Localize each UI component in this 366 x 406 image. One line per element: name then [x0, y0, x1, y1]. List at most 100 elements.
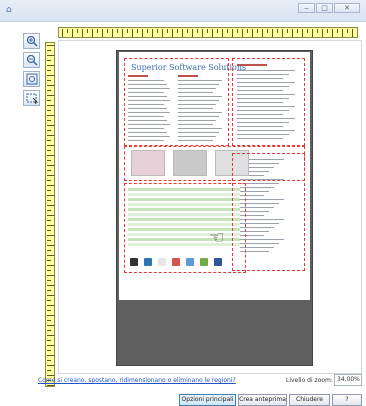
zoom-level-input[interactable]: 34,00%	[334, 374, 362, 386]
ruler-tick	[47, 350, 51, 351]
ruler-tick	[67, 29, 68, 33]
ruler-tick	[287, 29, 288, 33]
ruler-tick	[202, 29, 203, 37]
close-button[interactable]: Chiudere	[289, 394, 330, 406]
ruler-tick	[47, 295, 54, 296]
ruler-tick	[47, 230, 51, 231]
ruler-tick	[217, 29, 218, 33]
ruler-tick	[142, 29, 143, 37]
ruler-tick	[112, 29, 113, 37]
ruler-tick	[212, 29, 213, 37]
ruler-tick	[157, 29, 158, 33]
ruler-tick	[47, 375, 54, 376]
ruler-tick	[47, 65, 54, 66]
ruler-tick	[47, 355, 54, 356]
ruler-tick	[352, 29, 353, 37]
ruler-tick	[47, 370, 51, 371]
ruler-tick	[282, 29, 283, 37]
ruler-tick	[222, 29, 223, 37]
ruler-tick	[182, 29, 183, 37]
scan-region-table[interactable]	[124, 183, 246, 273]
zoom-label: Livello di zoom:	[286, 377, 333, 384]
ruler-tick	[47, 330, 51, 331]
ruler-tick	[47, 190, 51, 191]
fit-page-button[interactable]	[23, 71, 40, 87]
help-button[interactable]: ?	[332, 394, 362, 406]
ruler-tick	[47, 125, 54, 126]
ruler-tick	[47, 310, 51, 311]
ruler-tick	[47, 110, 51, 111]
ruler-tick	[47, 100, 51, 101]
ruler-tick	[47, 60, 51, 61]
ruler-tick	[317, 29, 318, 33]
ruler-tick	[47, 270, 51, 271]
ruler-tick	[47, 340, 51, 341]
ruler-tick	[47, 215, 54, 216]
ruler-tick	[177, 29, 178, 33]
select-region-button[interactable]	[23, 90, 40, 106]
ruler-tick	[47, 195, 54, 196]
ruler-tick	[102, 29, 103, 37]
ruler-tick	[47, 75, 54, 76]
ruler-tick	[47, 255, 54, 256]
ruler-tick	[47, 220, 51, 221]
ruler-tick	[277, 29, 278, 33]
ruler-tick	[172, 29, 173, 37]
create-preview-button[interactable]: Crea anteprima	[238, 394, 287, 406]
ruler-tick	[197, 29, 198, 33]
ruler-tick	[47, 135, 54, 136]
scanner-icon: ⌂	[6, 5, 12, 15]
ruler-tick	[47, 175, 54, 176]
scan-region-top-left[interactable]	[124, 58, 229, 146]
ruler-tick	[292, 29, 293, 37]
hand-cursor-icon: ☜	[209, 228, 225, 248]
ruler-tick	[232, 29, 233, 37]
ruler-tick	[77, 29, 78, 33]
minimize-button[interactable]: ‒	[298, 3, 315, 13]
ruler-tick	[302, 29, 303, 37]
ruler-tick	[47, 145, 54, 146]
ruler-tick	[307, 29, 308, 33]
ruler-tick	[337, 29, 338, 33]
ruler-tick	[47, 160, 51, 161]
ruler-tick	[47, 260, 51, 261]
ruler-tick	[47, 360, 51, 361]
window-controls: ‒ □ ✕	[298, 3, 360, 13]
ruler-tick	[47, 80, 51, 81]
ruler-tick	[47, 320, 51, 321]
ruler-tick	[47, 130, 51, 131]
maximize-button[interactable]: □	[316, 3, 333, 13]
zoom-in-icon	[26, 35, 38, 47]
zoom-out-icon	[26, 54, 38, 66]
ruler-tick	[262, 29, 263, 37]
horizontal-ruler	[58, 27, 358, 38]
ruler-tick	[62, 29, 63, 37]
close-window-button[interactable]: ✕	[334, 3, 360, 13]
zoom-out-button[interactable]	[23, 52, 40, 68]
ruler-tick	[192, 29, 193, 37]
ruler-tick	[187, 29, 188, 33]
ruler-tick	[47, 385, 54, 386]
ruler-tick	[47, 210, 51, 211]
ruler-tick	[87, 29, 88, 33]
fit-page-icon	[26, 73, 37, 85]
ruler-tick	[47, 205, 54, 206]
ruler-tick	[327, 29, 328, 33]
ruler-tick	[47, 345, 54, 346]
zoom-in-button[interactable]	[23, 33, 40, 49]
ruler-tick	[312, 29, 313, 37]
ruler-tick	[47, 115, 54, 116]
ruler-tick	[92, 29, 93, 37]
ruler-tick	[47, 250, 51, 251]
title-bar: ⌂ ‒ □ ✕	[0, 0, 366, 22]
ruler-tick	[47, 265, 54, 266]
ruler-tick	[167, 29, 168, 33]
ruler-tick	[47, 235, 54, 236]
main-options-button[interactable]: Opzioni principali	[179, 394, 236, 406]
scan-region-top-right[interactable]	[232, 58, 305, 146]
regions-help-link[interactable]: Come si creano, spostano, ridimensionano…	[38, 377, 236, 384]
ruler-tick	[342, 29, 343, 37]
ruler-tick	[47, 105, 54, 106]
ruler-tick	[257, 29, 258, 33]
ruler-tick	[82, 29, 83, 37]
